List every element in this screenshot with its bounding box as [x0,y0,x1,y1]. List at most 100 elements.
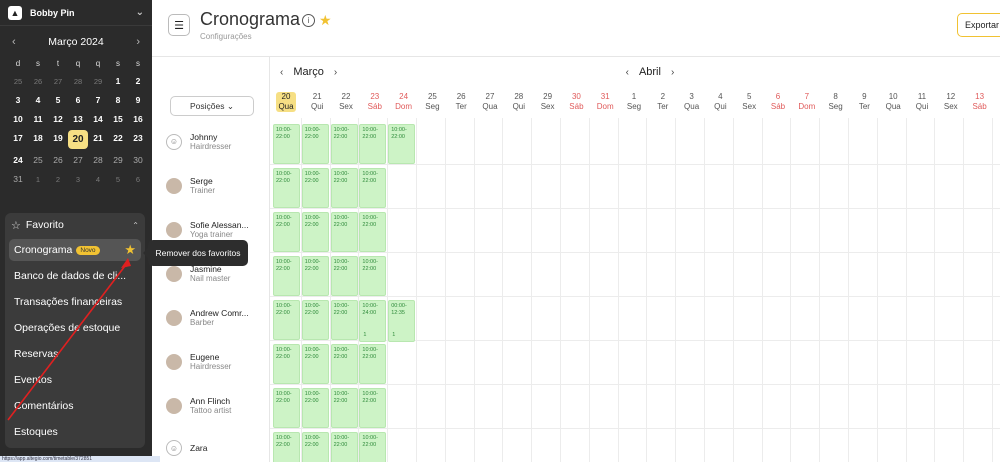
star-filled-icon[interactable]: ★ [124,242,136,258]
shift-block[interactable]: 10:00- 22:00 [301,388,329,428]
calendar-day[interactable]: 1 [108,73,128,89]
shift-block[interactable]: 10:00- 22:00 [273,168,300,208]
day-column-header[interactable]: 9 Ter [850,92,879,112]
shift-block[interactable]: 10:00- 22:00 [301,212,329,252]
calendar-day[interactable]: 25 [8,73,28,89]
calendar-day[interactable]: 5 [108,171,128,187]
staff-member[interactable]: Eugene Hairdresser [166,352,266,371]
export-button[interactable]: Exportar [957,13,1000,37]
calendar-day[interactable]: 3 [8,92,28,108]
calendar-day[interactable]: 21 [88,130,108,146]
shift-block[interactable]: 10:00- 22:00 [273,344,300,384]
day-column-header[interactable]: 23 Sáb [360,92,389,112]
calendar-day[interactable]: 4 [28,92,48,108]
shift-block[interactable]: 10:00- 22:00 [273,432,300,462]
day-column-header[interactable]: 26 Ter [447,92,476,112]
shift-block[interactable]: 10:00- 22:00 [301,168,329,208]
calendar-day[interactable]: 27 [68,152,88,168]
favorite-item[interactable]: Transações financeiras [5,289,145,315]
calendar-day[interactable]: 23 [128,130,148,146]
day-column-header[interactable]: 4 Qui [706,92,735,112]
calendar-day[interactable]: 18 [28,130,48,146]
shift-block[interactable]: 10:00- 22:00 [359,344,387,384]
day-column-header[interactable]: 20 Qua [276,92,296,112]
calendar-day[interactable]: 31 [8,171,28,187]
favorite-item[interactable]: Banco de dados de cli... [5,263,145,289]
calendar-day[interactable]: 25 [28,152,48,168]
calendar-day[interactable]: 12 [48,111,68,127]
calendar-day[interactable]: 7 [88,92,108,108]
calendar-day[interactable]: 24 [8,152,28,168]
favorite-item[interactable]: Cronograma Novo ★ [9,239,141,261]
calendar-day[interactable]: 14 [88,111,108,127]
shift-block[interactable]: 10:00- 22:00 [359,432,387,462]
shift-block[interactable]: 10:00- 22:00 [273,212,300,252]
shift-block[interactable]: 10:00- 22:00 [301,300,329,340]
favorite-star-icon[interactable]: ★ [319,12,332,29]
calendar-day[interactable]: 26 [48,152,68,168]
calendar-day[interactable]: 19 [48,130,68,146]
shift-block[interactable]: 00:00- 12:35 1 [388,300,416,342]
shift-block[interactable]: 10:00- 22:00 [359,124,387,164]
calendar-prev-button[interactable]: ‹ [12,36,16,48]
day-column-header[interactable]: 21 Qui [303,92,332,112]
positions-filter[interactable]: Posições ⌄ [170,96,254,116]
day-column-header[interactable]: 13 Sáb [965,92,994,112]
day-column-header[interactable]: 7 Dom [792,92,821,112]
shift-block[interactable]: 10:00- 22:00 [359,256,387,296]
day-column-header[interactable]: 29 Sex [533,92,562,112]
calendar-day[interactable]: 26 [28,73,48,89]
calendar-day[interactable]: 2 [48,171,68,187]
shift-block[interactable]: 10:00- 22:00 [330,388,358,428]
shift-block[interactable]: 10:00- 22:00 [330,344,358,384]
shift-block[interactable]: 10:00- 22:00 [388,124,416,164]
staff-member[interactable]: ☺ Zara [166,440,266,456]
shift-block[interactable]: 10:00- 22:00 [273,256,300,296]
calendar-day[interactable]: 11 [28,111,48,127]
month-next-button[interactable]: › [334,67,337,78]
day-column-header[interactable]: 28 Qui [504,92,533,112]
day-column-header[interactable]: 22 Sex [332,92,361,112]
info-icon[interactable]: i [302,14,315,27]
staff-member[interactable]: Jasmine Nail master [166,264,266,283]
staff-member[interactable]: Andrew Comr... Barber [166,308,266,327]
shift-block[interactable]: 10:00- 22:00 [330,168,358,208]
favorite-item[interactable]: Operações de estoque [5,315,145,341]
shift-block[interactable]: 10:00- 22:00 [359,168,387,208]
shift-block[interactable]: 10:00- 22:00 [330,300,358,340]
day-column-header[interactable]: 8 Seg [821,92,850,112]
day-column-header[interactable]: 6 Sáb [764,92,793,112]
calendar-day[interactable]: 15 [108,111,128,127]
brand-switcher[interactable]: ▲ Bobby Pin ⌄ [0,0,152,26]
staff-member[interactable]: ☺ Johnny Hairdresser [166,132,266,151]
calendar-day[interactable]: 22 [108,130,128,146]
day-column-header[interactable]: 11 Qui [908,92,937,112]
calendar-day[interactable]: 20 [68,130,88,149]
staff-member[interactable]: Ann Flinch Tattoo artist [166,396,266,415]
calendar-day[interactable]: 1 [28,171,48,187]
day-column-header[interactable]: 3 Qua [677,92,706,112]
shift-block[interactable]: 10:00- 22:00 [330,256,358,296]
staff-member[interactable]: Sofie Alessan... Yoga trainer [166,220,266,239]
calendar-day[interactable]: 16 [128,111,148,127]
favorites-header[interactable]: ☆ Favorito ⌃ [5,213,145,237]
day-column-header[interactable]: 10 Qua [879,92,908,112]
month-prev-button[interactable]: ‹ [626,67,629,78]
favorite-item[interactable]: Comentários [5,393,145,419]
day-column-header[interactable]: 25 Seg [418,92,447,112]
shift-block[interactable]: 10:00- 22:00 [301,432,329,462]
shift-block[interactable]: 10:00- 22:00 [273,300,300,340]
favorite-item[interactable]: Eventos [5,367,145,393]
menu-button[interactable]: ☰ [168,14,190,36]
shift-block[interactable]: 10:00- 22:00 [359,388,387,428]
day-column-header[interactable]: 1 Seg [620,92,649,112]
calendar-day[interactable]: 3 [68,171,88,187]
shift-block[interactable]: 10:00- 22:00 [330,124,358,164]
staff-member[interactable]: Serge Trainer [166,176,266,195]
calendar-day[interactable]: 29 [88,73,108,89]
shift-block[interactable]: 10:00- 22:00 [301,256,329,296]
shift-block[interactable]: 10:00- 24:00 1 [359,300,387,342]
day-column-header[interactable]: 27 Qua [476,92,505,112]
day-column-header[interactable]: 12 Sex [936,92,965,112]
calendar-day[interactable]: 28 [68,73,88,89]
